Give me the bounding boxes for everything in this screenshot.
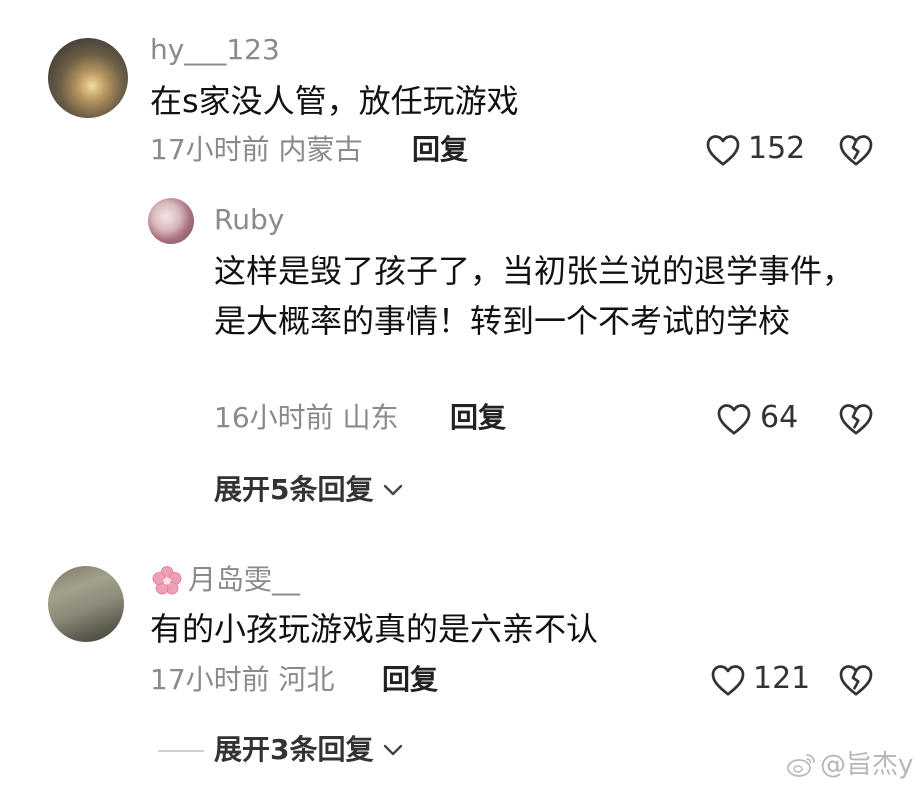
comment-meta: 17小时前 内蒙古 [150, 136, 363, 164]
chevron-down-icon [381, 482, 405, 498]
heart-outline-icon[interactable] [710, 663, 746, 697]
expand-replies-label: 展开3条回复 [214, 733, 374, 766]
divider-line [158, 750, 204, 752]
avatar[interactable] [48, 566, 124, 642]
reply-button[interactable]: 回复 [450, 404, 506, 432]
comment-meta: 17小时前 河北 [150, 666, 335, 694]
comment-location: 山东 [342, 401, 399, 434]
broken-heart-icon[interactable] [838, 663, 874, 697]
comment-location: 内蒙古 [278, 133, 363, 166]
chevron-down-icon [381, 742, 405, 758]
avatar[interactable] [148, 198, 194, 244]
heart-outline-icon[interactable] [716, 402, 752, 436]
reply-button[interactable]: 回复 [382, 666, 438, 694]
comment-text: 有的小孩玩游戏真的是六亲不认 [150, 610, 599, 648]
comment-username[interactable]: 月岛雯__ [188, 566, 300, 594]
comment-username[interactable]: Ruby [214, 206, 284, 234]
avatar[interactable] [48, 38, 128, 118]
comment-time: 17小时前 [150, 133, 270, 166]
like-count: 121 [753, 661, 811, 696]
watermark: @旨杰y [786, 752, 913, 778]
comment-text: 这样是毁了孩子了，当初张兰说的退学事件，是大概率的事情！转到一个不考试的学校 [214, 252, 855, 340]
watermark-text: @旨杰y [820, 750, 914, 780]
expand-replies-button[interactable]: 展开5条回复 [214, 476, 405, 504]
expand-replies-button[interactable]: 展开3条回复 [214, 736, 405, 764]
broken-heart-icon[interactable] [838, 133, 874, 167]
comment-username[interactable]: hy___123 [150, 36, 280, 64]
weibo-logo-icon [786, 752, 816, 778]
like-count: 64 [760, 400, 799, 435]
like-count: 152 [748, 131, 806, 166]
sakura-flower-icon [150, 564, 184, 598]
comment-location: 河北 [278, 663, 335, 696]
comment-time: 17小时前 [150, 663, 270, 696]
broken-heart-icon[interactable] [838, 402, 874, 436]
comment-time: 16小时前 [214, 401, 334, 434]
comment-meta: 16小时前 山东 [214, 404, 399, 432]
expand-replies-label: 展开5条回复 [214, 473, 374, 506]
comment-text: 在s家没人管，放任玩游戏 [150, 82, 519, 120]
heart-outline-icon[interactable] [705, 133, 741, 167]
reply-button[interactable]: 回复 [412, 136, 468, 164]
